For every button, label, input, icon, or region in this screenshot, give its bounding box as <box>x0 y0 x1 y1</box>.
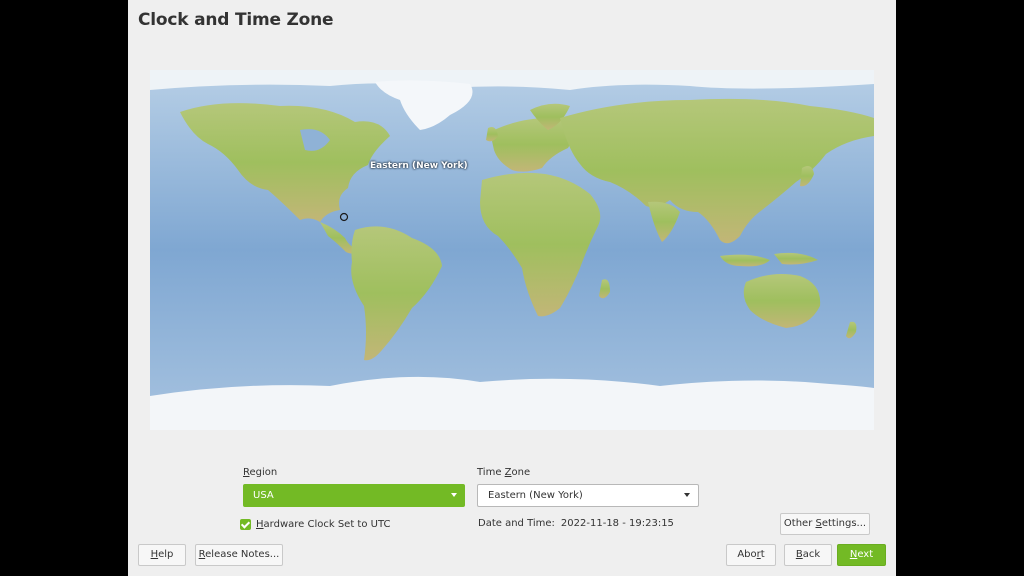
installer-window: Clock and Time Zone Eastern (New York) R… <box>128 0 896 576</box>
date-time-value: 2022-11-18 - 19:23:15 <box>560 518 674 529</box>
region-value: USA <box>253 490 274 501</box>
region-label: Region <box>243 467 278 478</box>
other-settings-button[interactable]: Other Settings... <box>780 513 870 535</box>
timezone-map[interactable]: Eastern (New York) <box>150 70 874 430</box>
moon-icon[interactable] <box>872 14 886 28</box>
timezone-label: Time Zone <box>477 467 531 478</box>
selected-zone-label: Eastern (New York) <box>370 161 468 171</box>
chevron-down-icon <box>451 493 457 497</box>
help-button[interactable]: Help <box>138 544 186 566</box>
back-button[interactable]: Back <box>784 544 832 566</box>
timezone-select[interactable]: Eastern (New York) <box>477 484 699 507</box>
region-select[interactable]: USA <box>243 484 465 507</box>
date-time-label: Date and Time: <box>478 518 555 529</box>
timezone-value: Eastern (New York) <box>488 490 583 501</box>
date-time-display: Date and Time: 2022-11-18 - 19:23:15 <box>478 518 674 529</box>
next-button[interactable]: Next <box>837 544 886 566</box>
checkmark-icon[interactable] <box>240 518 251 530</box>
hardware-clock-checkbox-row[interactable]: Hardware Clock Set to UTC <box>240 517 390 531</box>
release-notes-button[interactable]: Release Notes... <box>195 544 283 566</box>
page-title: Clock and Time Zone <box>138 10 334 30</box>
hardware-clock-label: Hardware Clock Set to UTC <box>256 518 391 530</box>
chevron-down-icon <box>684 493 690 497</box>
world-map[interactable] <box>150 70 874 430</box>
abort-button[interactable]: Abort <box>726 544 776 566</box>
